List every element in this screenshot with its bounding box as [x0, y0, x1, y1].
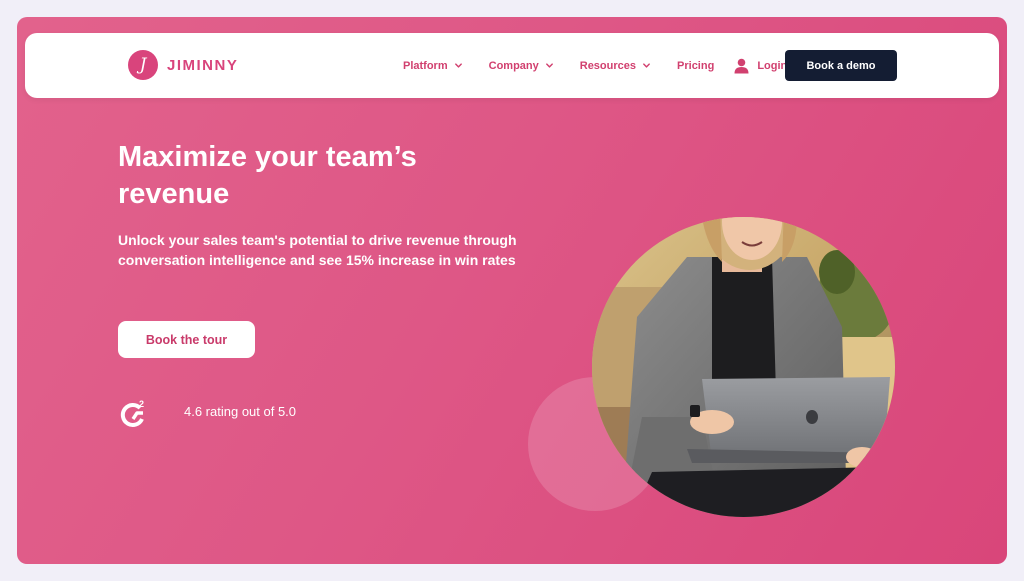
- g2-logo-icon: 2: [120, 399, 144, 427]
- rating-text: 4.6 rating out of 5.0: [184, 404, 297, 419]
- nav-item-resources[interactable]: Resources: [580, 60, 651, 72]
- chevron-down-icon: [643, 63, 650, 68]
- nav-item-company[interactable]: Company: [489, 60, 554, 72]
- nav-item-label: Company: [488, 59, 539, 72]
- login-link[interactable]: Login: [734, 58, 787, 74]
- nav-item-platform[interactable]: Platform: [403, 60, 463, 72]
- jiminny-logo-icon: J: [128, 50, 158, 80]
- chevron-down-icon: [454, 63, 462, 68]
- chevron-down-icon: [545, 63, 553, 68]
- login-label: Login: [757, 59, 788, 72]
- woman-with-laptop-image: [592, 217, 895, 517]
- hero-photo: [592, 217, 895, 517]
- brand-name: Jiminny: [167, 56, 239, 74]
- hero-section: J Jiminny Platform Company Resources Pri…: [17, 17, 1007, 564]
- nav-item-label: Platform: [403, 59, 448, 72]
- book-demo-button[interactable]: Book a demo: [785, 50, 897, 81]
- user-icon: [734, 58, 749, 73]
- nav-item-label: Resources: [579, 59, 637, 72]
- hero-title: Maximize your team’s revenue: [118, 141, 417, 210]
- hero-subtitle: Unlock your sales team's potential to dr…: [118, 232, 517, 268]
- brand-logo[interactable]: J Jiminny: [128, 50, 238, 80]
- nav-item-pricing[interactable]: Pricing: [677, 60, 714, 72]
- nav-item-label: Pricing: [677, 59, 715, 72]
- top-navigation-bar: J Jiminny Platform Company Resources Pri…: [25, 33, 999, 98]
- nav-links: Platform Company Resources Pricing Login: [403, 33, 787, 98]
- book-tour-button[interactable]: Book the tour: [118, 321, 255, 358]
- svg-text:2: 2: [139, 399, 144, 409]
